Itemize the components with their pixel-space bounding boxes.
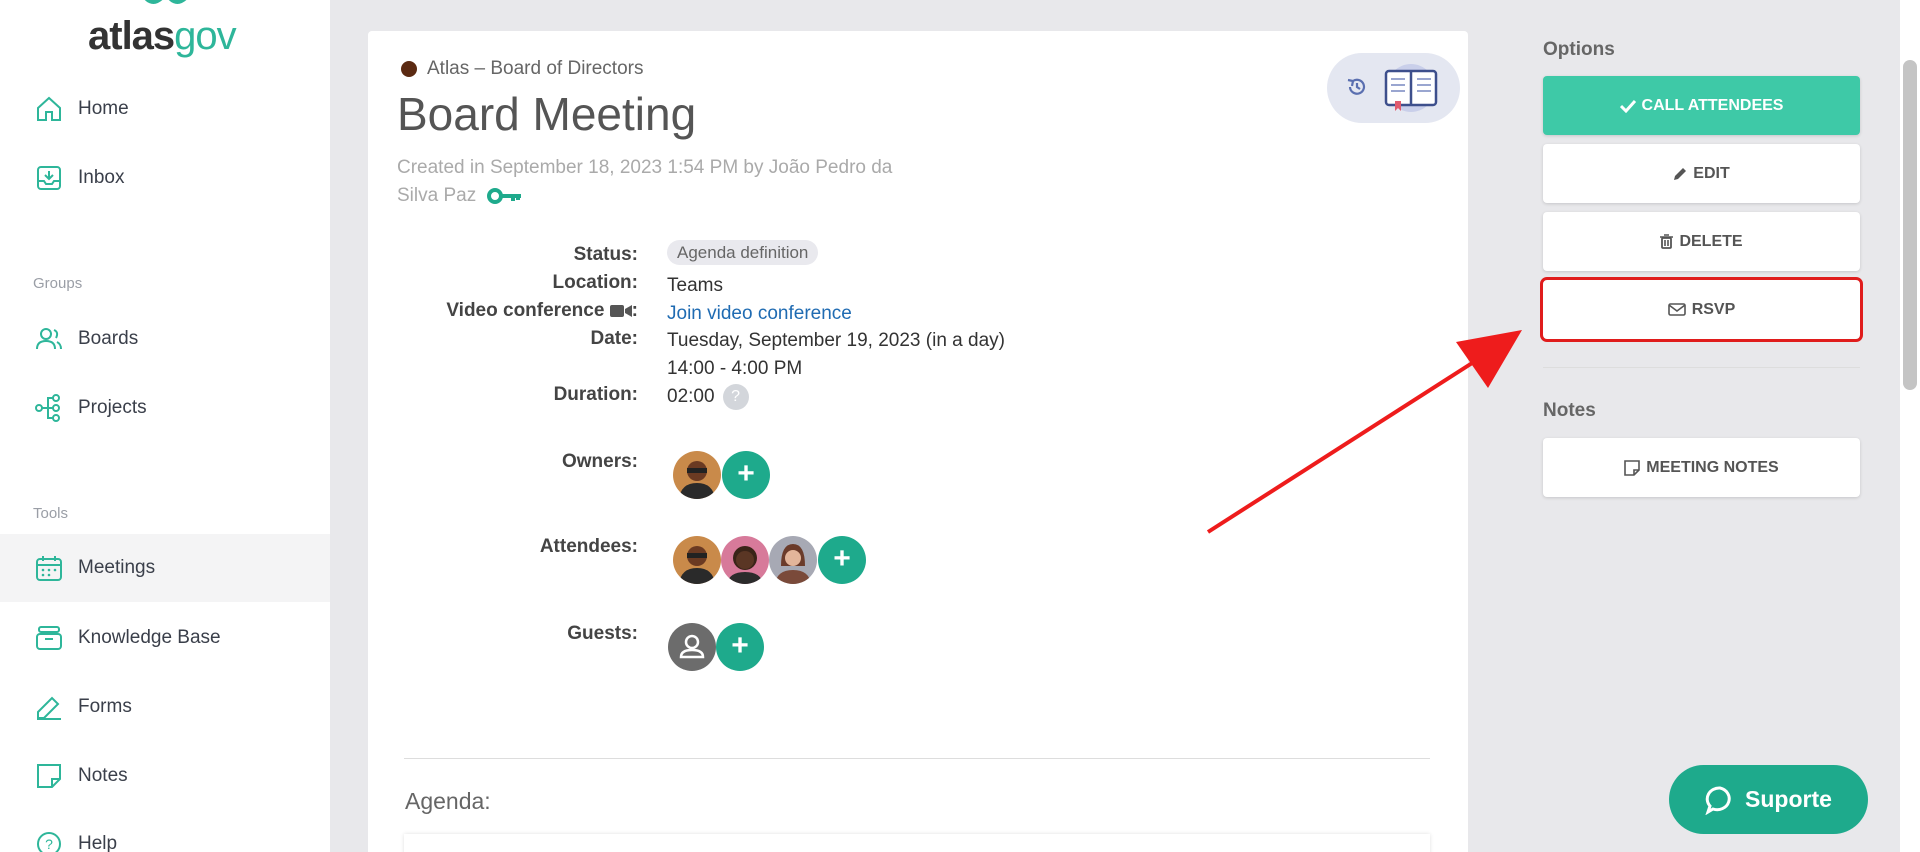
video-conference-link[interactable]: Join video conference	[667, 303, 852, 325]
history-icon[interactable]	[1345, 75, 1369, 99]
sidebar-item-label: Notes	[78, 765, 128, 786]
book-icon[interactable]	[1383, 61, 1439, 115]
logo-mark-icon	[144, 0, 187, 4]
location-value: Teams	[667, 275, 723, 296]
forms-icon	[37, 696, 61, 720]
person-photo-icon	[673, 536, 721, 584]
logo-text-gov: gov	[174, 14, 236, 58]
call-attendees-button[interactable]: CALL ATTENDEES	[1543, 76, 1860, 135]
edit-button[interactable]: EDIT	[1543, 144, 1860, 203]
options-heading: Options	[1543, 39, 1615, 60]
inbox-icon	[37, 166, 61, 190]
section-divider	[404, 758, 1430, 759]
sidebar-item-help[interactable]: ? Help	[0, 810, 330, 852]
status-value: Agenda definition	[667, 240, 819, 265]
app-logo[interactable]: atlasgov	[88, 14, 237, 59]
sidebar: atlasgov Home Inbox Groups Boards Projec…	[0, 0, 330, 852]
sidebar-item-label: Meetings	[78, 557, 156, 578]
options-divider	[1543, 367, 1860, 368]
projects-icon	[35, 394, 60, 422]
video-camera-icon	[609, 304, 632, 317]
sidebar-item-label: Forms	[78, 696, 132, 717]
attendees-label: Attendees:	[539, 536, 638, 557]
call-attendees-label: CALL ATTENDEES	[1641, 96, 1784, 114]
home-icon	[37, 96, 61, 121]
agenda-heading: Agenda:	[405, 788, 491, 814]
meeting-notes-label: MEETING NOTES	[1646, 458, 1779, 476]
support-label: Suporte	[1745, 786, 1832, 812]
group-heading-groups: Groups	[33, 275, 83, 292]
note-icon	[1624, 459, 1641, 476]
sidebar-item-notes[interactable]: Notes	[0, 742, 330, 810]
delete-button[interactable]: DELETE	[1543, 212, 1860, 271]
guest-placeholder-avatar	[668, 623, 716, 671]
add-attendee-button[interactable]: +	[818, 536, 866, 584]
edit-label: EDIT	[1693, 164, 1730, 182]
agenda-box	[404, 834, 1430, 852]
annotation-arrow	[1206, 330, 1522, 534]
archive-icon	[36, 626, 62, 650]
trash-icon	[1660, 234, 1674, 249]
meeting-notes-button[interactable]: MEETING NOTES	[1543, 438, 1860, 497]
logo-text-atlas: atlas	[88, 14, 175, 58]
status-badge: Agenda definition	[667, 240, 819, 265]
person-photo-icon	[673, 451, 721, 499]
sidebar-item-home[interactable]: Home	[0, 75, 330, 143]
sidebar-item-label: Help	[78, 833, 118, 852]
note-icon	[37, 764, 61, 788]
status-label: Status:	[573, 244, 638, 265]
sidebar-item-inbox[interactable]: Inbox	[0, 144, 330, 212]
location-label: Location:	[552, 272, 639, 293]
attendee-avatar[interactable]	[673, 536, 721, 584]
support-chat-button[interactable]: Suporte	[1669, 765, 1868, 834]
attendee-avatar[interactable]	[721, 536, 769, 584]
time-value: 14:00 - 4:00 PM	[667, 358, 803, 379]
calendar-icon	[36, 556, 62, 581]
sidebar-item-label: Knowledge Base	[78, 627, 221, 648]
date-label: Date:	[590, 328, 638, 349]
person-photo-icon	[721, 536, 769, 584]
notes-heading: Notes	[1543, 400, 1596, 421]
duration-value: 02:00?	[667, 384, 749, 410]
sidebar-item-forms[interactable]: Forms	[0, 673, 330, 741]
sidebar-item-projects[interactable]: Projects	[0, 374, 330, 442]
owner-avatar[interactable]	[673, 451, 721, 499]
add-guest-button[interactable]: +	[716, 623, 764, 671]
person-photo-icon	[769, 536, 817, 584]
rsvp-button[interactable]: RSVP	[1540, 277, 1863, 342]
delete-label: DELETE	[1679, 232, 1743, 250]
add-owner-button[interactable]: +	[722, 451, 770, 499]
owners-label: Owners:	[561, 451, 638, 472]
svg-text:?: ?	[45, 836, 53, 852]
sidebar-item-label: Inbox	[78, 167, 125, 188]
duration-text: 02:00	[667, 386, 715, 408]
envelope-icon	[1667, 303, 1686, 316]
meeting-tools-pill	[1327, 53, 1460, 123]
sidebar-item-label: Home	[78, 98, 129, 119]
user-icon	[679, 634, 705, 659]
sidebar-item-label: Boards	[78, 328, 139, 349]
help-icon: ?	[37, 832, 61, 852]
guests-label: Guests:	[567, 623, 638, 644]
date-value: Tuesday, September 19, 2023 (in a day)	[667, 330, 1005, 351]
scrollbar-thumb[interactable]	[1903, 60, 1917, 390]
sidebar-item-knowledge-base[interactable]: Knowledge Base	[0, 604, 330, 672]
details-labels: Status: Location: Video conference : Dat…	[368, 31, 638, 644]
video-label-text: Video conference	[446, 300, 605, 321]
check-icon	[1619, 99, 1636, 113]
attendee-avatar[interactable]	[769, 536, 817, 584]
rsvp-label: RSVP	[1691, 300, 1736, 318]
duration-help-icon[interactable]: ?	[722, 384, 749, 410]
chat-bubble-icon	[1705, 786, 1731, 815]
sidebar-item-meetings[interactable]: Meetings	[0, 534, 330, 602]
users-icon	[36, 328, 62, 350]
pencil-icon	[1674, 167, 1687, 180]
sidebar-item-label: Projects	[78, 397, 147, 418]
video-label-colon: :	[631, 300, 638, 321]
sidebar-item-boards[interactable]: Boards	[0, 305, 330, 373]
group-heading-tools: Tools	[33, 505, 69, 522]
duration-label: Duration:	[553, 384, 638, 405]
video-label: Video conference :	[338, 300, 638, 322]
